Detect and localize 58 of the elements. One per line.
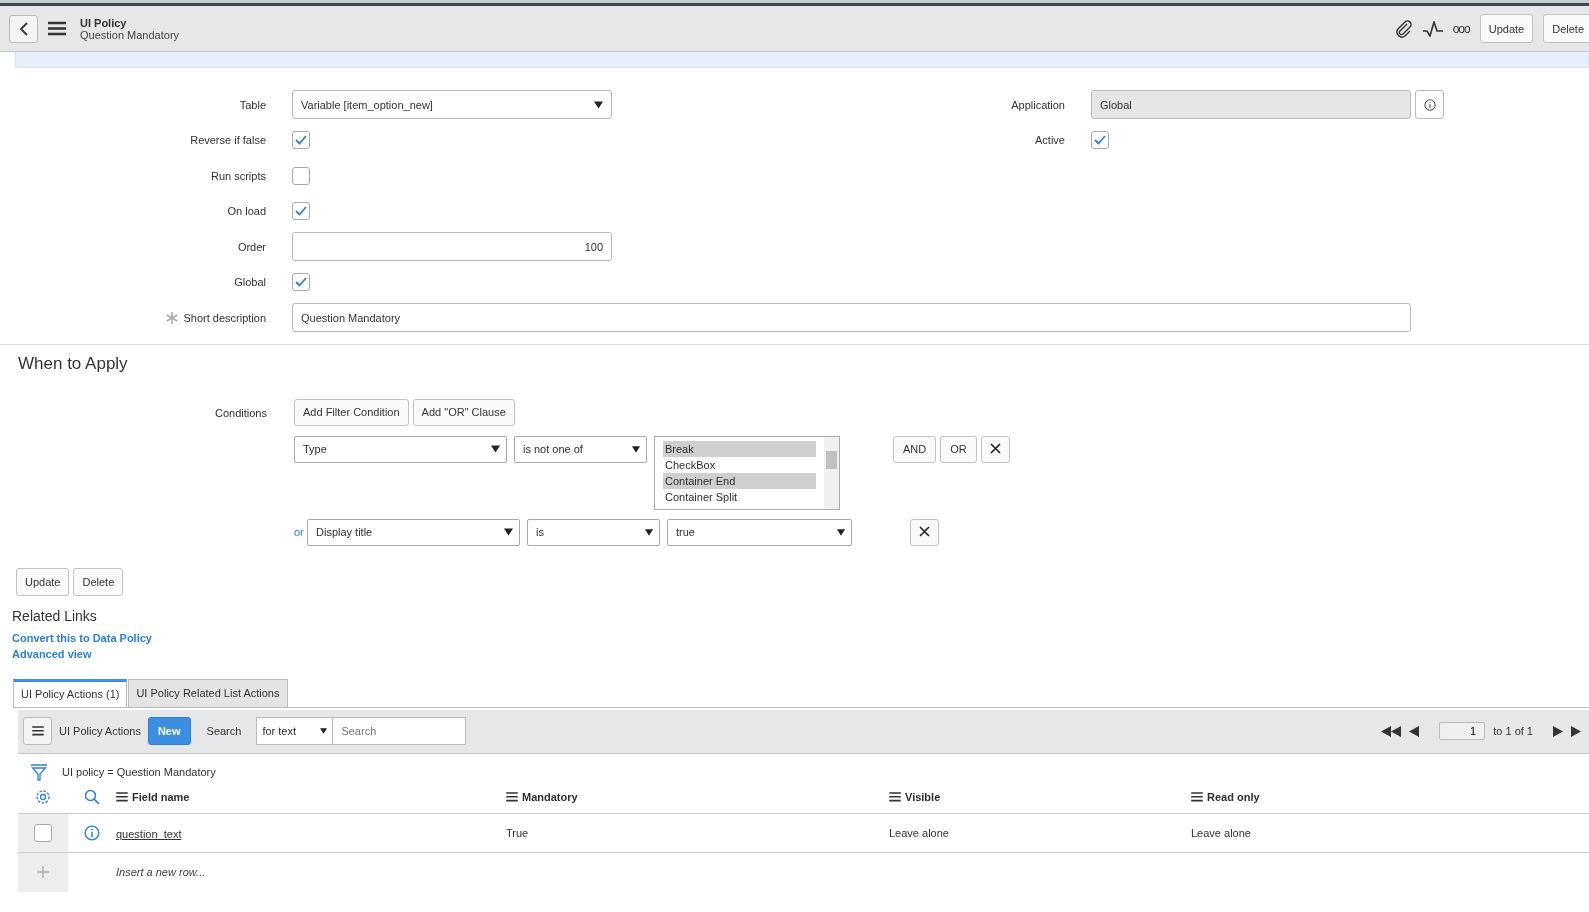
header-button[interactable]: Delete [1543,14,1589,43]
field-label: Reverse if false [189,134,267,147]
operator-select[interactable]: is [527,518,660,546]
condition-button[interactable]: OR [940,435,977,463]
table-cell-text: Leave alone [889,826,950,839]
field-select[interactable]: Display title [307,518,520,546]
search-label: Search [206,725,242,737]
section-title: When to Apply [18,353,129,374]
value-listbox[interactable]: Break CheckBox Container End Container Split [654,435,840,510]
field-label: Table [238,98,267,111]
search-field[interactable]: Search [333,717,467,745]
field-label: On load [226,205,267,218]
table-cell-link[interactable]: question_text [116,827,182,840]
field-label: Short description [183,311,266,324]
or-connector: or [294,525,305,538]
page-total: to 1 of 1 [1493,725,1533,737]
related-link[interactable]: Convert this to Data Policy [12,629,1589,646]
related-link[interactable]: Advanced view [12,645,1589,662]
tab[interactable]: UI Policy Actions (1) [13,678,128,707]
field-label: Application [1010,98,1066,111]
condition-button[interactable]: Add "OR" Clause [412,398,515,426]
record-name: Question Mandatory [80,28,180,41]
record-type: UI Policy [80,16,128,29]
condition-button[interactable]: AND [893,435,937,463]
form-button[interactable]: Delete [73,567,124,596]
list-option[interactable]: Break [663,440,816,457]
table-cell-text: True [506,826,530,839]
operator-select[interactable]: is not one of [514,435,647,463]
application-field: Global [1091,90,1411,120]
condition-button[interactable]: Add Filter Condition [294,398,409,426]
short-description-field[interactable]: Question Mandatory [292,303,1411,333]
table-select[interactable]: Variable [item_option_new] [292,90,612,120]
field-label: Conditions [214,405,268,421]
field-label: Order [236,240,267,253]
more-button[interactable]: ooo [1452,21,1470,36]
column-header[interactable]: Mandatory [522,791,578,803]
value-select[interactable]: true [667,518,852,546]
field-label: Run scripts [209,169,267,182]
order-field[interactable]: 100 [292,232,612,262]
column-header[interactable]: Visible [905,791,941,803]
list-option[interactable]: CheckBox [663,456,816,473]
field-select[interactable]: Type [294,435,507,463]
field-label: Global [233,276,267,289]
search-mode-select[interactable]: for text [256,717,334,745]
section-title: Related Links [12,607,98,624]
page-field[interactable]: 1 [1439,722,1486,740]
list-option[interactable]: Container End [663,472,816,489]
column-header[interactable]: Read only [1207,791,1260,803]
header-button[interactable]: Update [1479,14,1534,43]
insert-row[interactable]: Insert a new row... [116,866,506,878]
field-label: Active [1034,134,1066,147]
list-option[interactable]: Container Split [663,488,816,505]
form-button[interactable]: Update [16,567,70,596]
table-cell-text: Leave alone [1191,826,1252,839]
column-header[interactable]: Field name [132,791,190,803]
tab[interactable]: UI Policy Related List Actions [128,678,288,707]
filter-breadcrumb[interactable]: UI policy = Question Mandatory [62,765,216,778]
list-title: UI Policy Actions [59,725,141,737]
